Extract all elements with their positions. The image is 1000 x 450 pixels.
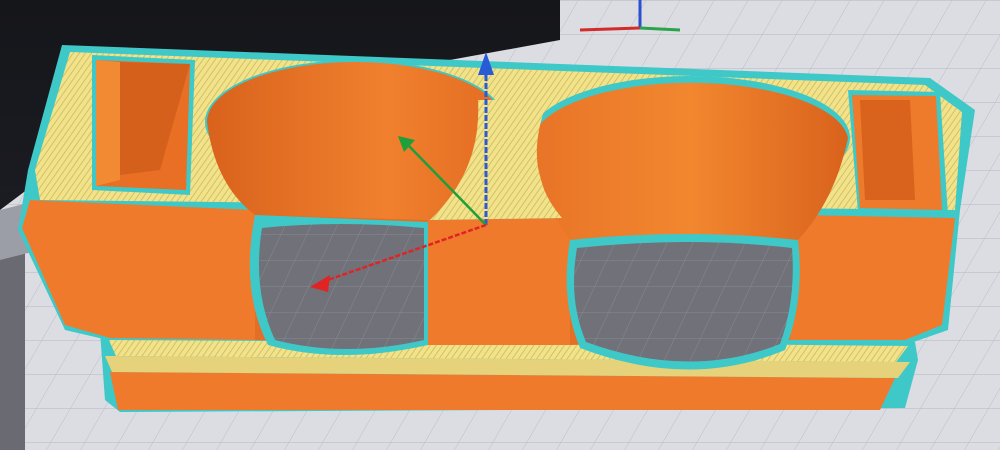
3d-viewport[interactable] [0,0,1000,450]
right-pocket [848,90,948,215]
left-pocket [92,55,195,195]
scene-canvas[interactable] [0,0,1000,450]
